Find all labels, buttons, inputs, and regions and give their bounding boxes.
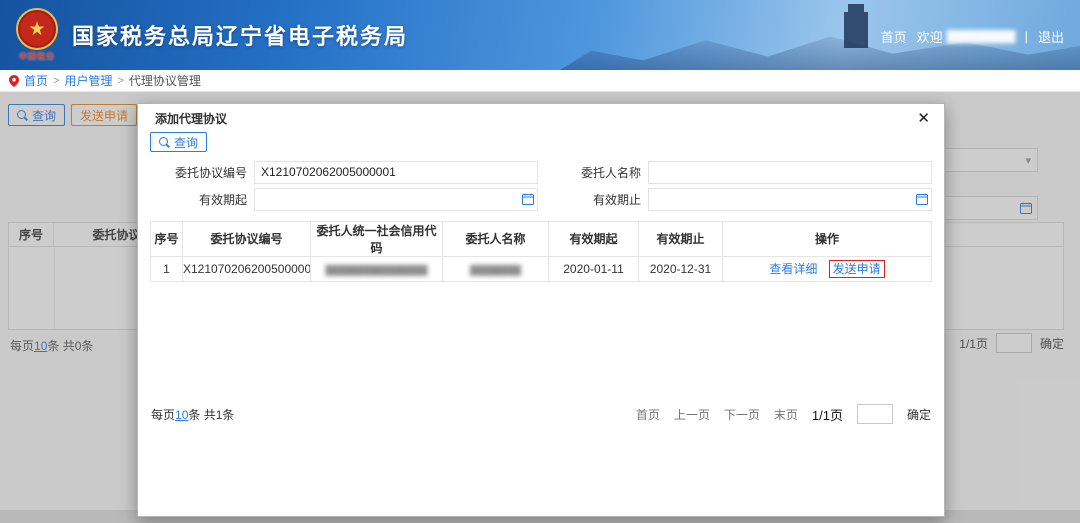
dialog-query-button[interactable]: 查询	[150, 132, 208, 152]
pager-controls: 首页 上一页 下一页 末页 1/1页 确定	[636, 404, 931, 424]
close-icon[interactable]: ✕	[917, 111, 930, 126]
client-name-input[interactable]	[648, 160, 932, 184]
redacted-credit-code: ████████████████	[325, 264, 428, 275]
valid-to-label: 有效期止	[592, 192, 641, 207]
valid-to-input[interactable]	[648, 187, 932, 211]
app-title: 国家税务总局辽宁省电子税务局	[72, 24, 409, 49]
breadcrumb-separator: >	[53, 74, 60, 87]
send-request-link[interactable]: 发送申请	[828, 260, 885, 278]
welcome-label: 欢迎	[916, 30, 943, 45]
client-name-label: 委托人名称	[580, 165, 641, 180]
prev-page-link[interactable]: 上一页	[674, 406, 710, 423]
col-valid-from: 有效期起	[548, 220, 639, 257]
col-valid-to: 有效期止	[638, 220, 723, 257]
calendar-icon[interactable]	[916, 193, 928, 205]
cell-valid-from: 2020-01-11	[548, 255, 639, 282]
first-page-link[interactable]: 首页	[636, 406, 660, 423]
page-jump-input[interactable]	[856, 404, 893, 424]
breadcrumb: 首页 > 用户管理 > 代理协议管理	[0, 70, 1080, 92]
col-agreement-no: 委托协议编号	[182, 220, 311, 257]
nav-divider: |	[1024, 29, 1028, 44]
agreements-table: 序号 委托协议编号 委托人统一社会信用代码 委托人名称 有效期起 有效期止 操作…	[150, 220, 932, 282]
col-actions: 操作	[722, 220, 932, 257]
agreement-no-label: 委托协议编号	[174, 165, 247, 180]
page-confirm-button[interactable]: 确定	[907, 406, 931, 423]
dialog-pagination: 每页10条 共1条 首页 上一页 下一页 末页 1/1页 确定	[151, 404, 931, 424]
redacted-client-name: ████████	[469, 264, 521, 275]
page-body: 查询 发送申请 添加代理协议 ▾	[0, 92, 1080, 523]
valid-from-input[interactable]	[254, 187, 538, 211]
dialog-header: 添加代理协议 ✕	[138, 104, 944, 129]
calendar-icon[interactable]	[522, 193, 534, 205]
last-page-link[interactable]: 末页	[774, 406, 798, 423]
search-icon	[159, 136, 170, 148]
dialog-title: 添加代理协议	[155, 112, 228, 126]
breadcrumb-home[interactable]: 首页	[24, 72, 48, 89]
username-redacted: ██████████	[946, 30, 1016, 43]
breadcrumb-separator: >	[117, 74, 124, 87]
cell-agreement-no: X1210702062005000001	[182, 255, 311, 282]
page-size-link[interactable]: 10	[175, 408, 188, 422]
cell-seq: 1	[150, 255, 183, 282]
query-form: 委托协议编号 委托人名称 有效期起	[150, 160, 932, 212]
breadcrumb-current-page: 代理协议管理	[128, 74, 201, 88]
star-icon: ★	[28, 18, 46, 40]
next-page-link[interactable]: 下一页	[724, 406, 760, 423]
welcome-block: 欢迎 ██████████	[916, 27, 1016, 46]
tax-logo: ★ 中国税务	[16, 8, 58, 62]
breadcrumb-user-management[interactable]: 用户管理	[64, 72, 112, 89]
cell-credit-code: ████████████████	[310, 255, 443, 282]
great-wall-tower-decoration	[844, 4, 868, 48]
dialog-body: 查询 委托协议编号 委托人名称 有效期起	[138, 129, 944, 282]
cell-client-name: ████████	[442, 255, 549, 282]
electronic-tax-bureau-screen: ★ 中国税务 国家税务总局辽宁省电子税务局 首页 欢迎 ██████████ |…	[0, 0, 1080, 523]
col-seq: 序号	[150, 220, 183, 257]
add-agency-agreement-dialog: 添加代理协议 ✕ 查询 委托协议编号 委托人名称	[137, 103, 945, 517]
agreement-no-input[interactable]	[254, 160, 538, 184]
cell-valid-to: 2020-12-31	[638, 255, 723, 282]
table-header-row: 序号 委托协议编号 委托人统一社会信用代码 委托人名称 有效期起 有效期止 操作	[150, 220, 932, 257]
cell-actions: 查看详细 发送申请	[722, 255, 932, 282]
logout-link[interactable]: 退出	[1038, 27, 1064, 46]
valid-from-label: 有效期起	[198, 192, 247, 207]
app-header: ★ 中国税务 国家税务总局辽宁省电子税务局 首页 欢迎 ██████████ |…	[0, 0, 1080, 70]
col-client-name: 委托人名称	[442, 220, 549, 257]
view-detail-link[interactable]: 查看详细	[769, 262, 817, 276]
page-indicator: 1/1页	[811, 407, 843, 423]
location-pin-icon	[9, 74, 19, 87]
top-nav: 首页 欢迎 ██████████ | 退出	[881, 27, 1064, 46]
nav-home-link[interactable]: 首页	[881, 27, 907, 46]
national-emblem-icon: ★	[16, 8, 58, 50]
logo-caption: 中国税务	[19, 52, 55, 61]
col-credit-code: 委托人统一社会信用代码	[310, 220, 443, 257]
page-summary: 每页10条 共1条	[151, 407, 235, 422]
table-row: 1 X1210702062005000001 ████████████████ …	[150, 255, 932, 282]
